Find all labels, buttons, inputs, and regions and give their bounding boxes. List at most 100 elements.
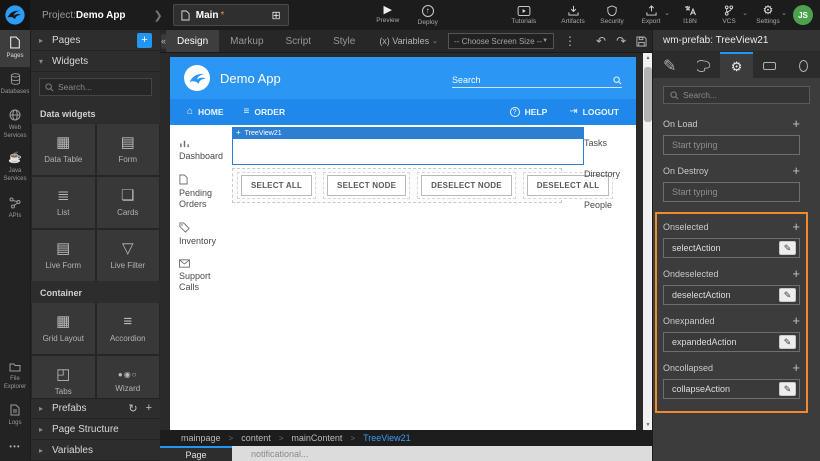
active-page-tab[interactable]: Main * ⊞ — [173, 4, 289, 26]
widget-tile-wizard[interactable]: ●◉○ Wizard — [97, 356, 160, 398]
rail-item-web-services[interactable]: Web Services — [0, 103, 30, 147]
widget-tile-data-table[interactable]: ▦ Data Table — [32, 124, 95, 175]
tab-properties[interactable]: ✎ — [653, 52, 686, 78]
add-event-icon[interactable]: + — [792, 220, 800, 233]
rail-item-databases[interactable]: Databases — [0, 67, 30, 103]
oncollapsed-field[interactable]: ✎ — [663, 379, 800, 399]
onselected-input[interactable] — [664, 243, 779, 253]
rail-item-file-explorer[interactable]: File Explorer — [0, 356, 30, 398]
tab-markup[interactable]: Markup — [219, 30, 274, 52]
user-avatar[interactable]: JS — [793, 5, 813, 25]
tab-design[interactable]: Design — [166, 30, 219, 52]
onselected-field[interactable]: ✎ — [663, 238, 800, 258]
rail-item-logs[interactable]: Logs — [0, 398, 30, 434]
tab-device[interactable] — [753, 52, 786, 78]
add-prefab-icon[interactable]: + — [146, 402, 152, 415]
add-event-icon[interactable]: + — [792, 361, 800, 374]
edit-action-icon[interactable]: ✎ — [779, 241, 796, 255]
add-event-icon[interactable]: + — [792, 117, 800, 130]
onload-field[interactable] — [663, 135, 800, 155]
button-cell[interactable]: SELECT ALL — [237, 172, 316, 199]
add-event-icon[interactable]: + — [792, 267, 800, 280]
menu-item-support-calls[interactable]: Support Calls — [179, 259, 227, 294]
link-tasks[interactable]: Tasks — [584, 138, 636, 148]
add-event-icon[interactable]: + — [792, 314, 800, 327]
onexpanded-input[interactable] — [664, 337, 779, 347]
app-search[interactable] — [452, 68, 622, 88]
save-button[interactable] — [636, 36, 647, 47]
treeview-body[interactable] — [232, 139, 584, 165]
rail-item-apis[interactable]: APIs — [0, 191, 30, 227]
breadcrumb-maincontent[interactable]: mainContent — [291, 433, 342, 443]
tab-style[interactable]: Style — [322, 30, 366, 52]
oncollapsed-input[interactable] — [664, 384, 779, 394]
widget-tile-list[interactable]: ≣ List — [32, 177, 95, 228]
ondeselected-field[interactable]: ✎ — [663, 285, 800, 305]
sidebar-section-prefabs[interactable]: ▸ Prefabs ↻ + — [31, 398, 160, 419]
export-button[interactable]: Export ⌄ — [636, 5, 666, 25]
widget-tile-live-form[interactable]: ▤ Live Form — [32, 230, 95, 281]
ondeselected-input[interactable] — [664, 290, 779, 300]
widget-search-input[interactable] — [58, 82, 146, 92]
property-search[interactable] — [663, 86, 810, 104]
sidebar-section-page-structure[interactable]: ▸ Page Structure — [31, 419, 160, 440]
undo-button[interactable]: ↶ — [596, 35, 606, 47]
edit-action-icon[interactable]: ✎ — [779, 288, 796, 302]
widget-tile-form[interactable]: ▤ Form — [97, 124, 160, 175]
tab-gestures[interactable] — [787, 52, 820, 78]
button-cell[interactable]: SELECT NODE — [323, 172, 410, 199]
select-all-button[interactable]: SELECT ALL — [241, 175, 312, 196]
tutorials-button[interactable]: Tutorials — [509, 6, 539, 25]
deploy-button[interactable]: ↑ Deploy — [413, 5, 443, 26]
link-directory[interactable]: Directory — [584, 169, 636, 179]
ondestroy-input[interactable] — [664, 187, 799, 197]
deselect-node-button[interactable]: DESELECT NODE — [421, 175, 512, 196]
edit-action-icon[interactable]: ✎ — [779, 335, 796, 349]
link-people[interactable]: People — [584, 200, 636, 210]
button-cell[interactable]: DESELECT NODE — [417, 172, 516, 199]
i18n-button[interactable]: I18N — [675, 5, 705, 25]
refresh-icon[interactable]: ↻ — [128, 402, 137, 415]
rail-item-java-services[interactable]: ☕ Java Services — [0, 147, 30, 190]
nav-help[interactable]: ? HELP — [510, 107, 548, 117]
nav-home[interactable]: ⌂ HOME — [187, 107, 224, 117]
widget-tile-grid-layout[interactable]: ▦ Grid Layout — [32, 303, 95, 354]
widget-tile-cards[interactable]: ❏ Cards — [97, 177, 160, 228]
sidebar-section-variables[interactable]: ▸ Variables — [31, 440, 160, 461]
nav-order[interactable]: ≡ ORDER — [244, 107, 286, 117]
artifacts-button[interactable]: Artifacts — [558, 5, 588, 25]
select-node-button[interactable]: SELECT NODE — [327, 175, 406, 196]
page-bottom-tab[interactable]: Page — [160, 446, 232, 461]
app-search-input[interactable] — [452, 75, 609, 85]
tab-styles[interactable] — [686, 52, 719, 78]
onexpanded-field[interactable]: ✎ — [663, 332, 800, 352]
nav-logout[interactable]: ⇥ LOGOUT — [569, 107, 619, 117]
menu-item-pending-orders[interactable]: Pending Orders — [179, 174, 227, 211]
vcs-button[interactable]: VCS ⌄ — [714, 5, 744, 25]
widget-search[interactable] — [39, 78, 152, 96]
treeview-widget[interactable]: + TreeView21 — [232, 127, 584, 165]
preview-button[interactable]: ▶ Preview — [373, 6, 403, 24]
redo-button[interactable]: ↷ — [616, 35, 626, 47]
kebab-menu-icon[interactable]: ⋮ — [564, 35, 576, 47]
tab-events[interactable]: ⚙ — [720, 52, 753, 78]
sidebar-section-widgets[interactable]: ▾ Widgets — [31, 51, 160, 72]
breadcrumb-mainpage[interactable]: mainpage — [181, 433, 221, 443]
ondestroy-field[interactable] — [663, 182, 800, 202]
screen-size-select[interactable]: -- Choose Screen Size -- ▼ — [448, 33, 554, 49]
variables-button[interactable]: (x) Variables ⌄ — [379, 36, 438, 46]
breadcrumb-content[interactable]: content — [241, 433, 271, 443]
settings-button[interactable]: ⚙ Settings ⌄ — [753, 5, 783, 25]
widget-tile-live-filter[interactable]: ▽ Live Filter — [97, 230, 160, 281]
widget-tile-accordion[interactable]: ≡ Accordion — [97, 303, 160, 354]
rail-item-pages[interactable]: Pages — [0, 30, 30, 67]
security-button[interactable]: Security — [597, 5, 627, 25]
button-grid-container[interactable]: SELECT ALL SELECT NODE DESELECT NODE DES… — [232, 168, 562, 203]
page-switcher-icon[interactable]: ⊞ — [272, 9, 281, 22]
menu-item-dashboard[interactable]: Dashboard — [179, 138, 227, 163]
menu-item-inventory[interactable]: Inventory — [179, 222, 227, 248]
breadcrumb-treeview21[interactable]: TreeView21 — [363, 433, 411, 443]
sidebar-section-pages[interactable]: ▸ Pages + — [31, 30, 160, 51]
more-options-icon[interactable]: ••• — [0, 434, 30, 461]
add-page-button[interactable]: + — [137, 33, 152, 48]
